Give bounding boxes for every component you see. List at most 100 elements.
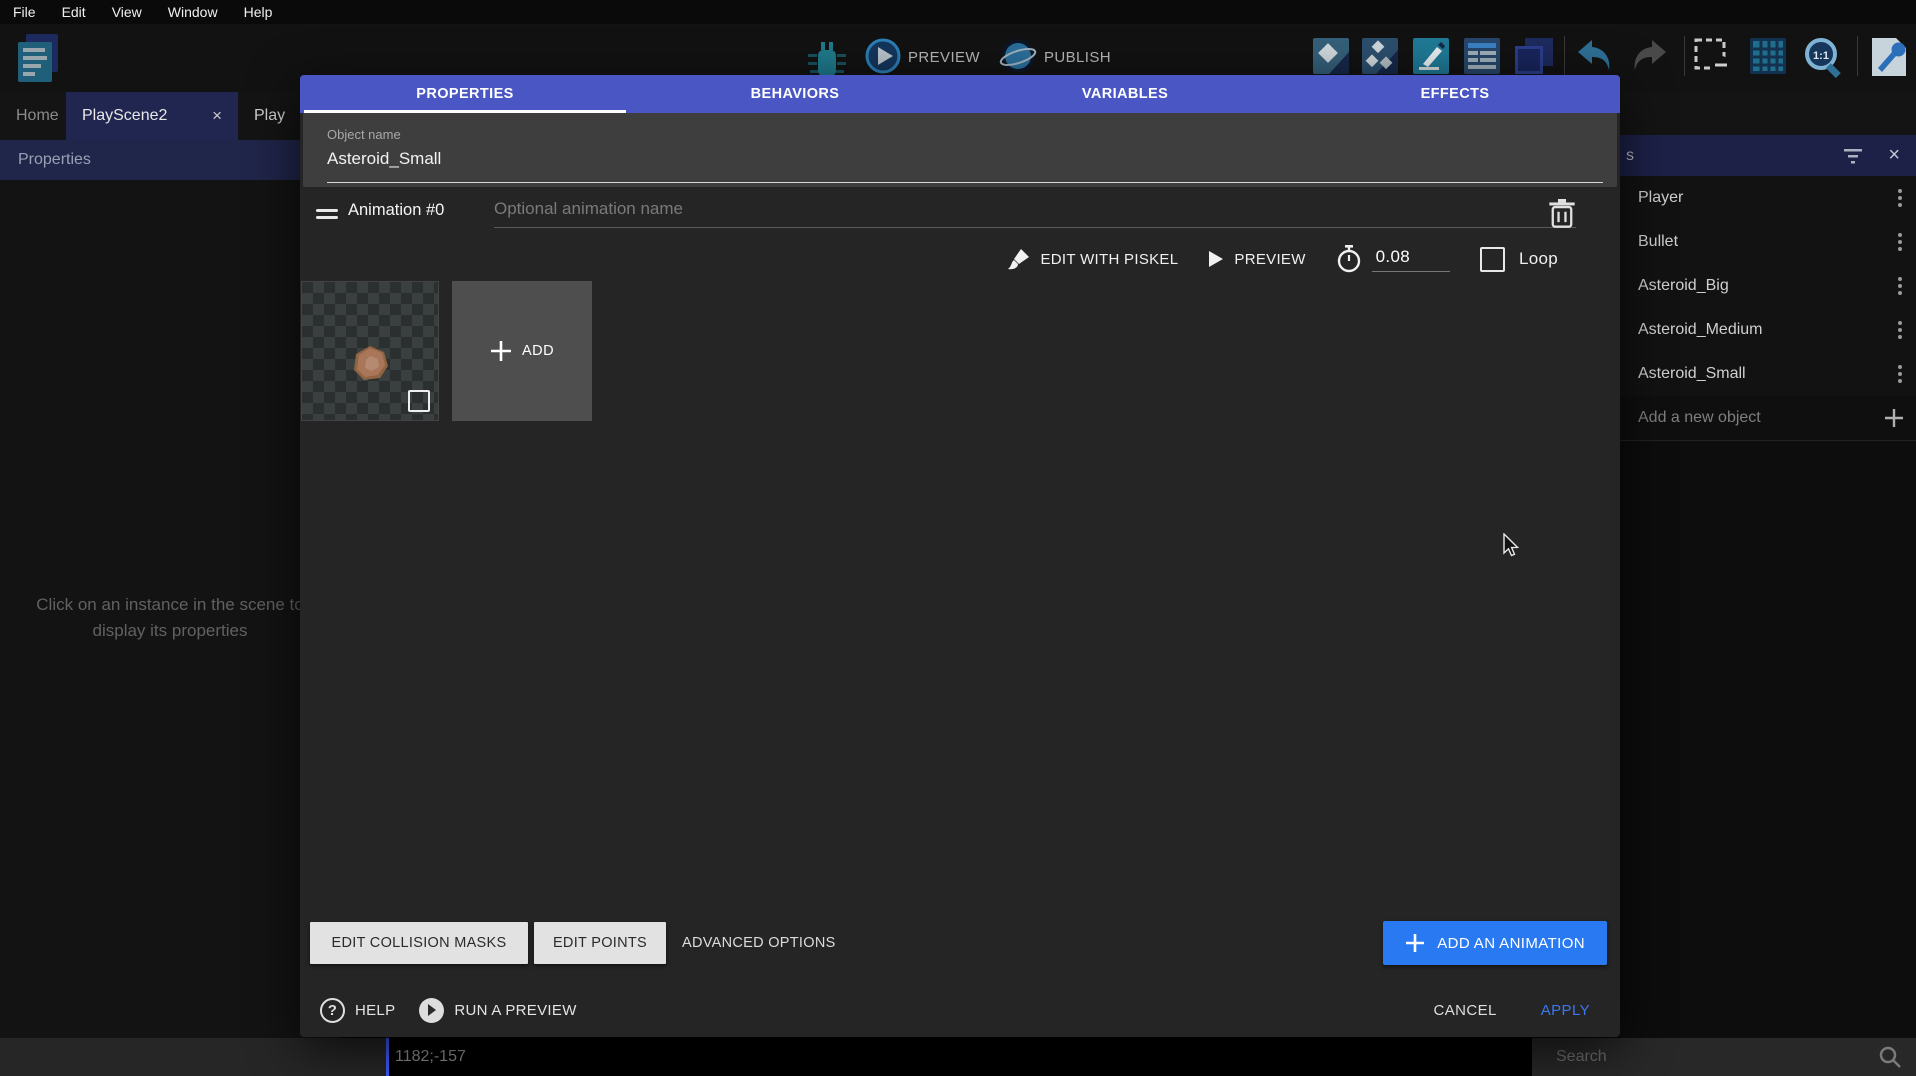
add-an-animation-button[interactable]: ADD AN ANIMATION: [1383, 921, 1607, 965]
empty-selection-message: Click on an instance in the scene to dis…: [0, 592, 340, 644]
edit-points-label: EDIT POINTS: [553, 935, 647, 951]
object-label: Asteroid_Medium: [1638, 321, 1898, 339]
menu-window[interactable]: Window: [155, 0, 231, 24]
preview-icon[interactable]: [865, 38, 901, 74]
menu-view[interactable]: View: [99, 0, 155, 24]
object-menu-icon[interactable]: [1898, 321, 1902, 339]
object-name-input[interactable]: Asteroid_Small: [327, 149, 441, 169]
empty-message-line2: display its properties: [0, 618, 340, 644]
dialog-tab-effects[interactable]: EFFECTS: [1290, 75, 1620, 113]
object-row-asteroid-small[interactable]: Asteroid_Small: [1620, 352, 1916, 397]
tab-close-icon[interactable]: ×: [212, 106, 222, 126]
dialog-tab-label: PROPERTIES: [416, 86, 513, 102]
edit-with-piskel-button[interactable]: EDIT WITH PISKEL: [1007, 247, 1179, 271]
object-name-underline: [327, 182, 1603, 183]
run-a-preview-button[interactable]: RUN A PREVIEW: [419, 998, 576, 1023]
dialog-tab-behaviors[interactable]: BEHAVIORS: [630, 75, 960, 113]
brush-icon: [1007, 247, 1031, 271]
animation-header-row: Animation #0 Optional animation name: [300, 187, 1620, 237]
object-label: Bullet: [1638, 233, 1898, 251]
search-icon[interactable]: [1878, 1045, 1902, 1069]
dialog-tab-variables[interactable]: VARIABLES: [960, 75, 1290, 113]
objects-editor-icon[interactable]: [1313, 38, 1349, 74]
publish-label[interactable]: PUBLISH: [1044, 49, 1111, 66]
tab-play-label: Play: [254, 107, 285, 125]
search-field[interactable]: Search: [1532, 1038, 1916, 1076]
object-menu-icon[interactable]: [1898, 233, 1902, 251]
frame-select-checkbox[interactable]: [408, 390, 430, 412]
help-label: HELP: [355, 1002, 395, 1019]
animation-toolbar-row: EDIT WITH PISKEL PREVIEW 0.08 Loop: [300, 237, 1620, 281]
menu-help[interactable]: Help: [231, 0, 286, 24]
toolbar-separator: [1684, 36, 1685, 76]
object-name-section: Object name Asteroid_Small: [303, 113, 1617, 187]
dialog-tab-properties[interactable]: PROPERTIES: [300, 75, 630, 113]
loop-toggle[interactable]: Loop: [1480, 247, 1558, 272]
coordinates-value: 1182;-157: [395, 1048, 466, 1066]
object-menu-icon[interactable]: [1898, 365, 1902, 383]
plus-icon: [490, 340, 512, 362]
object-editor-dialog: PROPERTIES BEHAVIORS VARIABLES EFFECTS O…: [300, 75, 1620, 1037]
grid-icon[interactable]: [1750, 38, 1786, 74]
add-object-plus-icon[interactable]: [1884, 408, 1904, 428]
advanced-options-button[interactable]: ADVANCED OPTIONS: [666, 935, 852, 951]
toolbar-separator: [1857, 36, 1858, 76]
object-row-player[interactable]: Player: [1620, 176, 1916, 221]
tab-play-partial[interactable]: Play: [238, 92, 301, 140]
toolbar-separator: [1564, 36, 1565, 76]
frame-thumbnail[interactable]: [301, 281, 439, 421]
preview-label[interactable]: PREVIEW: [908, 49, 980, 66]
preview-animation-button[interactable]: PREVIEW: [1208, 250, 1305, 268]
edit-collision-masks-button[interactable]: EDIT COLLISION MASKS: [310, 922, 528, 964]
object-row-asteroid-big[interactable]: Asteroid_Big: [1620, 264, 1916, 309]
add-frame-label: ADD: [522, 343, 554, 359]
events-sheet-icon[interactable]: [1464, 38, 1500, 74]
menu-edit[interactable]: Edit: [49, 0, 99, 24]
play-circle-icon: [419, 998, 444, 1023]
objects-panel: s × Player Bullet Asteroid_Big Asteroid_…: [1620, 135, 1916, 1038]
animation-name-input[interactable]: Optional animation name: [494, 199, 1576, 228]
zoom-1-1-icon[interactable]: 1:1: [1802, 36, 1844, 78]
plus-icon: [1405, 933, 1425, 953]
advanced-options-label: ADVANCED OPTIONS: [682, 935, 836, 951]
dialog-tab-label: EFFECTS: [1421, 86, 1490, 102]
drag-handle-icon[interactable]: [316, 209, 338, 223]
object-menu-icon[interactable]: [1898, 277, 1902, 295]
dialog-tab-label: BEHAVIORS: [751, 86, 840, 102]
tab-home-label: Home: [16, 107, 59, 125]
menu-file[interactable]: File: [0, 0, 49, 24]
run-a-preview-label: RUN A PREVIEW: [454, 1002, 576, 1019]
add-frame-button[interactable]: ADD: [452, 281, 592, 421]
animation-frames-strip: ADD: [300, 279, 1620, 423]
instances-icon[interactable]: [1362, 38, 1398, 74]
layers-icon[interactable]: [1515, 38, 1553, 74]
time-between-frames-input[interactable]: 0.08: [1372, 247, 1450, 272]
publish-icon[interactable]: [998, 36, 1038, 76]
tab-home[interactable]: Home: [0, 92, 75, 140]
object-row-bullet[interactable]: Bullet: [1620, 220, 1916, 265]
filter-icon[interactable]: [1842, 147, 1866, 165]
project-manager-icon[interactable]: [14, 32, 62, 86]
clear-selection-icon[interactable]: [1694, 38, 1732, 76]
tab-playscene2[interactable]: PlayScene2 ×: [66, 92, 238, 140]
undo-icon[interactable]: [1576, 38, 1614, 74]
help-button[interactable]: ? HELP: [320, 998, 395, 1023]
edit-scene-icon[interactable]: [1413, 38, 1449, 74]
loop-checkbox[interactable]: [1480, 247, 1505, 272]
dialog-tab-bar: PROPERTIES BEHAVIORS VARIABLES EFFECTS: [300, 75, 1620, 113]
edit-points-button[interactable]: EDIT POINTS: [534, 922, 666, 964]
status-bar: 1182;-157 Search: [0, 1038, 1916, 1076]
object-label: Player: [1638, 189, 1898, 207]
add-new-object-row[interactable]: Add a new object: [1620, 396, 1916, 441]
apply-button[interactable]: APPLY: [1541, 1002, 1590, 1019]
debugger-tools-icon[interactable]: [1868, 38, 1908, 76]
object-row-asteroid-medium[interactable]: Asteroid_Medium: [1620, 308, 1916, 353]
delete-animation-icon[interactable]: [1548, 199, 1576, 229]
close-panel-icon[interactable]: ×: [1888, 144, 1900, 167]
object-menu-icon[interactable]: [1898, 189, 1902, 207]
redo-icon[interactable]: [1630, 38, 1668, 74]
instance-properties-panel: Properties Click on an instance in the s…: [0, 140, 340, 1038]
properties-panel-header: Properties: [0, 140, 340, 180]
cancel-button[interactable]: CANCEL: [1434, 1002, 1497, 1019]
timer-icon: [1336, 245, 1362, 273]
